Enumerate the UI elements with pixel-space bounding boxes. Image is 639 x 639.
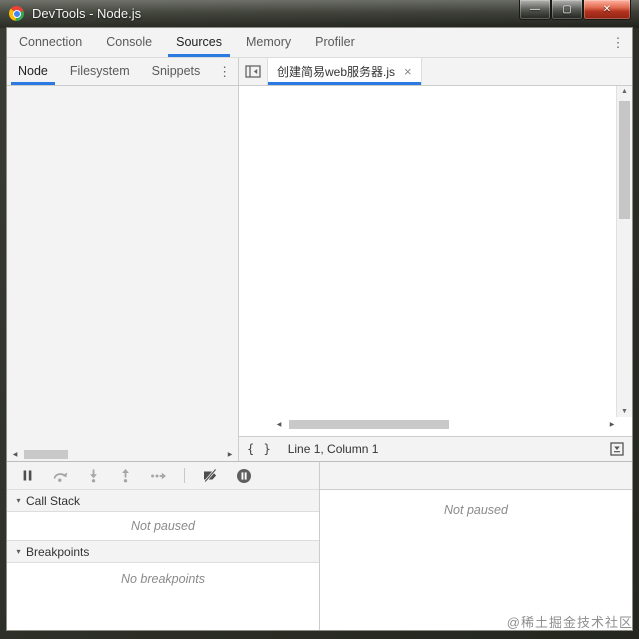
scroll-left-icon[interactable]: ◀ — [274, 421, 284, 428]
editor-tab-label: 创建简易web服务器.js — [277, 65, 396, 79]
navigator-tab-bar: Node Filesystem Snippets ⋮ — [7, 58, 239, 85]
scroll-right-icon[interactable]: ▶ — [607, 421, 617, 428]
scope-content: Not paused — [444, 503, 508, 517]
editor-vscrollbar[interactable]: ▲ ▼ — [616, 86, 632, 417]
editor-tab-file[interactable]: 创建简易web服务器.js × — [267, 58, 422, 85]
tab-memory[interactable]: Memory — [234, 28, 303, 57]
code-area[interactable] — [239, 86, 616, 417]
tab-console[interactable]: Console — [94, 28, 164, 57]
pause-on-exceptions-icon[interactable] — [236, 468, 252, 484]
scroll-down-icon[interactable]: ▼ — [617, 408, 632, 415]
tab-profiler[interactable]: Profiler — [303, 28, 367, 57]
collapse-triangle-icon[interactable]: ▾ — [13, 496, 24, 505]
call-stack-header[interactable]: ▾ Call Stack — [7, 490, 319, 512]
scope-watch-pane: Not paused — [320, 462, 632, 630]
breakpoints-title: Breakpoints — [26, 544, 90, 559]
pretty-print-icon[interactable]: { } — [247, 442, 272, 456]
watermark: @稀土掘金技术社区 — [506, 615, 633, 630]
source-editor: ▲ ▼ ◀ ▶ { } Line 1, Column 1 — [239, 86, 632, 461]
breakpoints-header[interactable]: ▾ Breakpoints — [7, 540, 319, 563]
debugger-pane: ▾ Call Stack Not paused ▾ Breakpoints No… — [7, 462, 320, 630]
editor-status-bar: { } Line 1, Column 1 — [239, 436, 632, 461]
tab-sources[interactable]: Sources — [164, 28, 234, 57]
call-stack-empty: Not paused — [7, 512, 319, 540]
close-button[interactable]: ✕ — [583, 0, 631, 20]
main-more-menu-icon[interactable]: ⋮ — [604, 28, 632, 57]
title-bar: DevTools - Node.js — ▢ ✕ — [0, 0, 639, 28]
hide-navigator-icon[interactable] — [239, 58, 267, 85]
cursor-position: Line 1, Column 1 — [287, 442, 379, 456]
scroll-up-icon[interactable]: ▲ — [617, 88, 632, 95]
debugger-toolbar — [7, 462, 319, 490]
file-tree — [7, 86, 238, 447]
window-title: DevTools - Node.js — [32, 6, 142, 21]
scroll-thumb[interactable] — [289, 419, 449, 429]
devtools-window: Connection Console Sources Memory Profiler ⋮… — [7, 28, 632, 630]
navigator-tab-snippets[interactable]: Snippets — [141, 58, 212, 85]
step-out-icon[interactable] — [118, 468, 133, 483]
tab-connection[interactable]: Connection — [7, 28, 94, 57]
navigator-tab-node[interactable]: Node — [7, 58, 59, 85]
dock-panel-icon[interactable] — [610, 442, 624, 456]
maximize-button[interactable]: ▢ — [551, 0, 583, 20]
editor-tab-close-icon[interactable]: × — [404, 65, 412, 78]
step-into-icon[interactable] — [86, 468, 101, 483]
minimize-button[interactable]: — — [519, 0, 551, 20]
chrome-logo-icon — [9, 6, 24, 21]
step-over-icon[interactable] — [52, 468, 69, 483]
scope-watch-tab-bar — [320, 462, 632, 490]
breakpoints-empty: No breakpoints — [7, 563, 319, 630]
navigator-tab-filesystem[interactable]: Filesystem — [59, 58, 141, 85]
scroll-thumb[interactable] — [619, 101, 630, 219]
toolbar-divider — [184, 468, 185, 483]
call-stack-title: Call Stack — [26, 493, 81, 508]
collapse-triangle-icon[interactable]: ▾ — [13, 547, 24, 556]
main-tab-bar: Connection Console Sources Memory Profiler ⋮ — [7, 28, 632, 58]
scroll-left-icon[interactable]: ◀ — [10, 451, 20, 458]
editor-tab-strip: 创建简易web服务器.js × — [239, 58, 632, 85]
navigator-hscrollbar[interactable]: ◀ ▶ — [7, 447, 238, 461]
deactivate-breakpoints-icon[interactable] — [202, 468, 219, 483]
scroll-right-icon[interactable]: ▶ — [225, 451, 235, 458]
step-icon[interactable] — [150, 468, 167, 483]
editor-hscrollbar[interactable]: ◀ ▶ — [274, 417, 617, 431]
scroll-thumb[interactable] — [24, 449, 68, 459]
navigator-more-menu-icon[interactable]: ⋮ — [211, 58, 238, 85]
navigator-pane: ◀ ▶ — [7, 86, 239, 461]
pause-script-icon[interactable] — [20, 468, 35, 483]
